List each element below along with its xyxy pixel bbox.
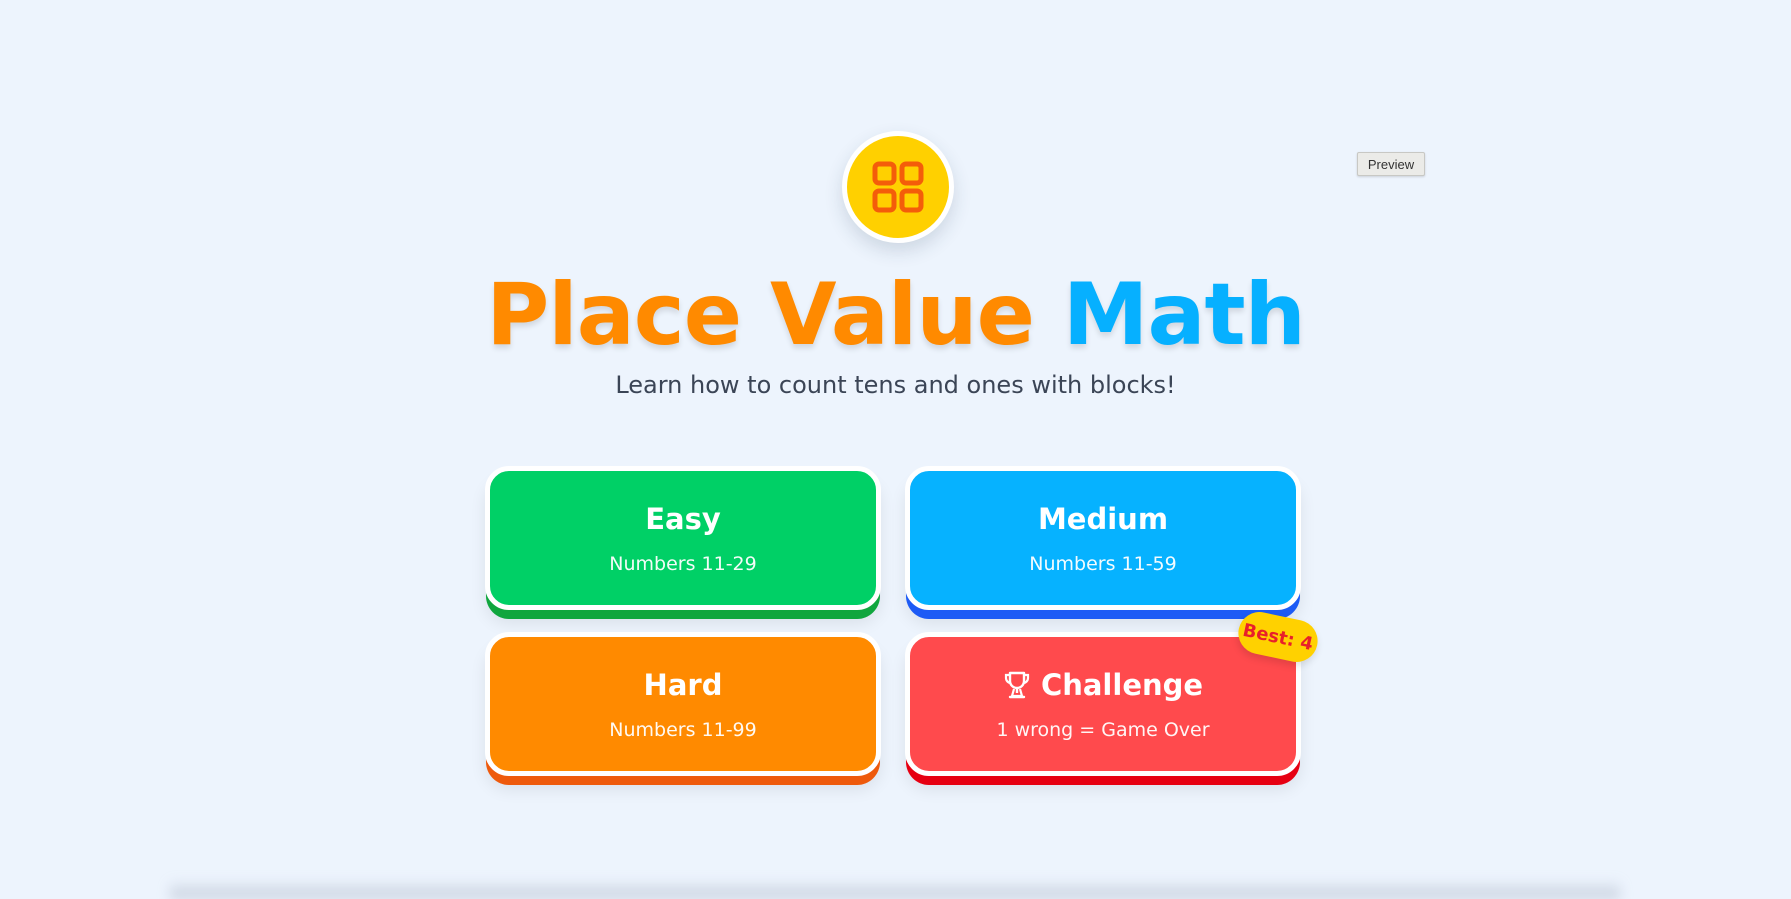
medium-mode-range: Numbers 11-59 (1029, 553, 1177, 575)
title-part-place-value: Place Value (486, 265, 1035, 365)
challenge-mode-title: Challenge (1040, 668, 1204, 702)
bottom-edge-shadow (170, 880, 1620, 899)
start-screen: Preview Place Value Math Learn how to co… (0, 0, 1791, 899)
medium-mode-button[interactable]: Medium Numbers 11-59 (905, 466, 1301, 610)
grid-blocks-icon (872, 161, 924, 213)
hard-mode-range: Numbers 11-99 (609, 719, 757, 741)
challenge-mode-rule: 1 wrong = Game Over (996, 719, 1210, 741)
easy-mode-button[interactable]: Easy Numbers 11-29 (485, 466, 881, 610)
challenge-mode-title-row: Challenge (910, 667, 1296, 703)
challenge-mode-button[interactable]: Challenge 1 wrong = Game Over (905, 632, 1301, 776)
preview-button[interactable]: Preview (1357, 152, 1425, 176)
medium-mode-title: Medium (1037, 502, 1169, 536)
easy-mode-title: Easy (645, 502, 721, 536)
logo-badge (842, 131, 954, 243)
hard-mode-title: Hard (643, 668, 723, 702)
title-part-math: Math (1062, 265, 1306, 365)
trophy-icon (1004, 671, 1030, 699)
page-title: Place Value Math (0, 265, 1791, 365)
easy-mode-range: Numbers 11-29 (609, 553, 757, 575)
page-subtitle: Learn how to count tens and ones with bl… (615, 371, 1176, 399)
hard-mode-button[interactable]: Hard Numbers 11-99 (485, 632, 881, 776)
